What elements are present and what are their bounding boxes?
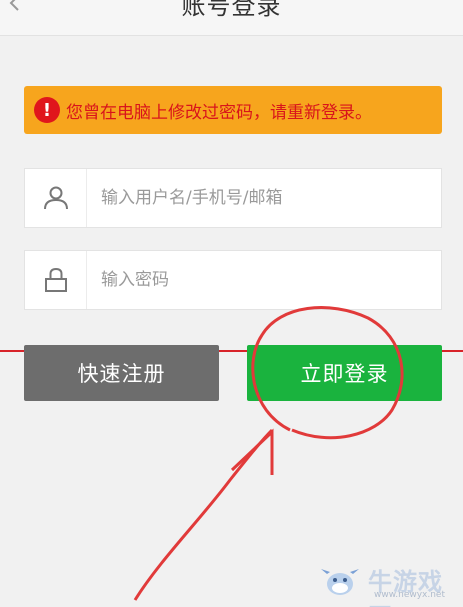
password-input[interactable] <box>87 251 427 309</box>
watermark-url: www.newyx.net <box>374 590 446 600</box>
top-bar: 账号登录 <box>0 0 463 36</box>
login-button[interactable]: 立即登录 <box>247 345 442 401</box>
password-field[interactable] <box>24 250 442 310</box>
warning-text: 您曾在电脑上修改过密码，请重新登录。 <box>66 102 372 123</box>
annotation-arrow-head <box>230 428 274 475</box>
username-field[interactable] <box>24 168 442 228</box>
login-screen: 账号登录 ! 您曾在电脑上修改过密码，请重新登录。 快速注册 立即登录 <box>0 0 463 607</box>
user-icon <box>43 186 68 210</box>
quick-register-button[interactable]: 快速注册 <box>24 345 219 401</box>
warning-banner: ! 您曾在电脑上修改过密码，请重新登录。 <box>24 86 442 134</box>
username-input[interactable] <box>87 169 427 227</box>
page-title: 账号登录 <box>181 0 282 20</box>
username-icon-box <box>25 169 87 227</box>
annotation-arrow-shaft <box>133 428 274 601</box>
exclamation-circle-icon: ! <box>34 97 60 123</box>
watermark: 牛游戏网 www.newyx.net <box>318 560 458 607</box>
password-icon-box <box>25 251 87 309</box>
lock-icon <box>44 267 67 292</box>
watermark-name: 牛游戏网 <box>368 568 443 607</box>
cow-mascot-icon <box>321 569 359 595</box>
